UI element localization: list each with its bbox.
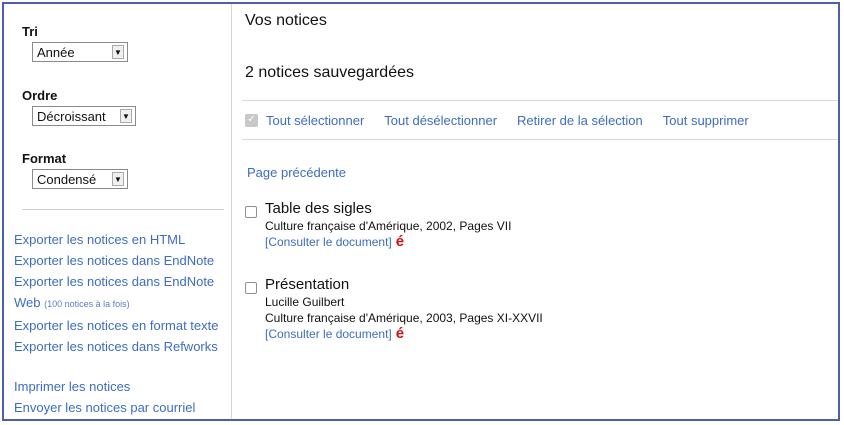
export-list: Exporter les notices en HTML Exporter le…: [14, 229, 230, 357]
sort-label: Tri: [22, 24, 38, 39]
sort-select[interactable]: Année ▼: [32, 42, 128, 62]
record-title: Présentation: [265, 276, 350, 293]
export-endnote-web-link-cont[interactable]: Web (100 notices à la fois): [14, 292, 230, 315]
export-text-link[interactable]: Exporter les notices en format texte: [14, 315, 230, 336]
select-all-link[interactable]: Tout sélectionner: [266, 113, 364, 128]
format-select-value: Condensé: [37, 171, 97, 187]
previous-page-link[interactable]: Page précédente: [247, 165, 346, 180]
record-source: Culture française d'Amérique, 2002, Page…: [265, 219, 512, 233]
chevron-down-icon: ▼: [112, 172, 124, 186]
page-title: Vos notices: [245, 12, 327, 29]
print-link[interactable]: Imprimer les notices: [14, 376, 195, 397]
selection-toolbar: ✓ Tout sélectionner Tout désélectionner …: [242, 100, 838, 140]
sidebar: Tri Année ▼ Ordre Décroissant ▼ Format C…: [4, 4, 232, 419]
format-select[interactable]: Condensé ▼: [32, 169, 128, 189]
format-label: Format: [22, 151, 67, 166]
export-html-link[interactable]: Exporter les notices en HTML: [14, 229, 230, 250]
sort-select-value: Année: [37, 44, 75, 60]
erudit-icon[interactable]: é: [396, 325, 404, 342]
delete-all-link[interactable]: Tout supprimer: [663, 113, 749, 128]
record-source: Culture française d'Amérique, 2003, Page…: [265, 311, 543, 325]
format-group: Format Condensé ▼: [22, 151, 128, 189]
record-title: Table des sigles: [265, 200, 372, 217]
record-body: Table des sigles Culture française d'Amé…: [265, 200, 511, 250]
select-all-checkbox[interactable]: ✓: [245, 113, 258, 127]
chevron-down-icon: ▼: [112, 45, 124, 59]
export-web-note: (100 notices à la fois): [44, 299, 130, 309]
sort-group: Tri Année ▼: [22, 24, 128, 62]
export-refworks-link[interactable]: Exporter les notices dans Refworks: [14, 336, 230, 357]
record-item: Table des sigles Culture française d'Amé…: [245, 200, 511, 250]
export-web-label: Web: [14, 295, 41, 310]
record-item: Présentation Lucille Guilbert Culture fr…: [245, 276, 543, 342]
sidebar-divider: [22, 209, 224, 210]
sidebar-actions: Imprimer les notices Envoyer les notices…: [14, 376, 195, 418]
record-body: Présentation Lucille Guilbert Culture fr…: [265, 276, 543, 342]
window-frame: Tri Année ▼ Ordre Décroissant ▼ Format C…: [2, 2, 840, 421]
main-content: Vos notices 2 notices sauvegardées ✓ Tou…: [242, 4, 838, 419]
export-endnote-web-link[interactable]: Exporter les notices dans EndNote: [14, 271, 230, 292]
notice-count: 2 notices sauvegardées: [245, 64, 414, 81]
order-select[interactable]: Décroissant ▼: [32, 106, 136, 126]
record-author: Lucille Guilbert: [265, 295, 345, 309]
email-link[interactable]: Envoyer les notices par courriel: [14, 397, 195, 418]
chevron-down-icon: ▼: [120, 109, 132, 123]
consult-document-link[interactable]: [Consulter le document]: [265, 235, 392, 249]
order-group: Ordre Décroissant ▼: [22, 88, 136, 126]
record-checkbox[interactable]: [245, 206, 257, 218]
export-endnote-link[interactable]: Exporter les notices dans EndNote: [14, 250, 230, 271]
consult-document-link[interactable]: [Consulter le document]: [265, 327, 392, 341]
erudit-icon[interactable]: é: [396, 233, 404, 250]
record-checkbox[interactable]: [245, 282, 257, 294]
deselect-all-link[interactable]: Tout désélectionner: [384, 113, 497, 128]
order-label: Ordre: [22, 88, 58, 103]
remove-selection-link[interactable]: Retirer de la sélection: [517, 113, 643, 128]
order-select-value: Décroissant: [37, 108, 106, 124]
